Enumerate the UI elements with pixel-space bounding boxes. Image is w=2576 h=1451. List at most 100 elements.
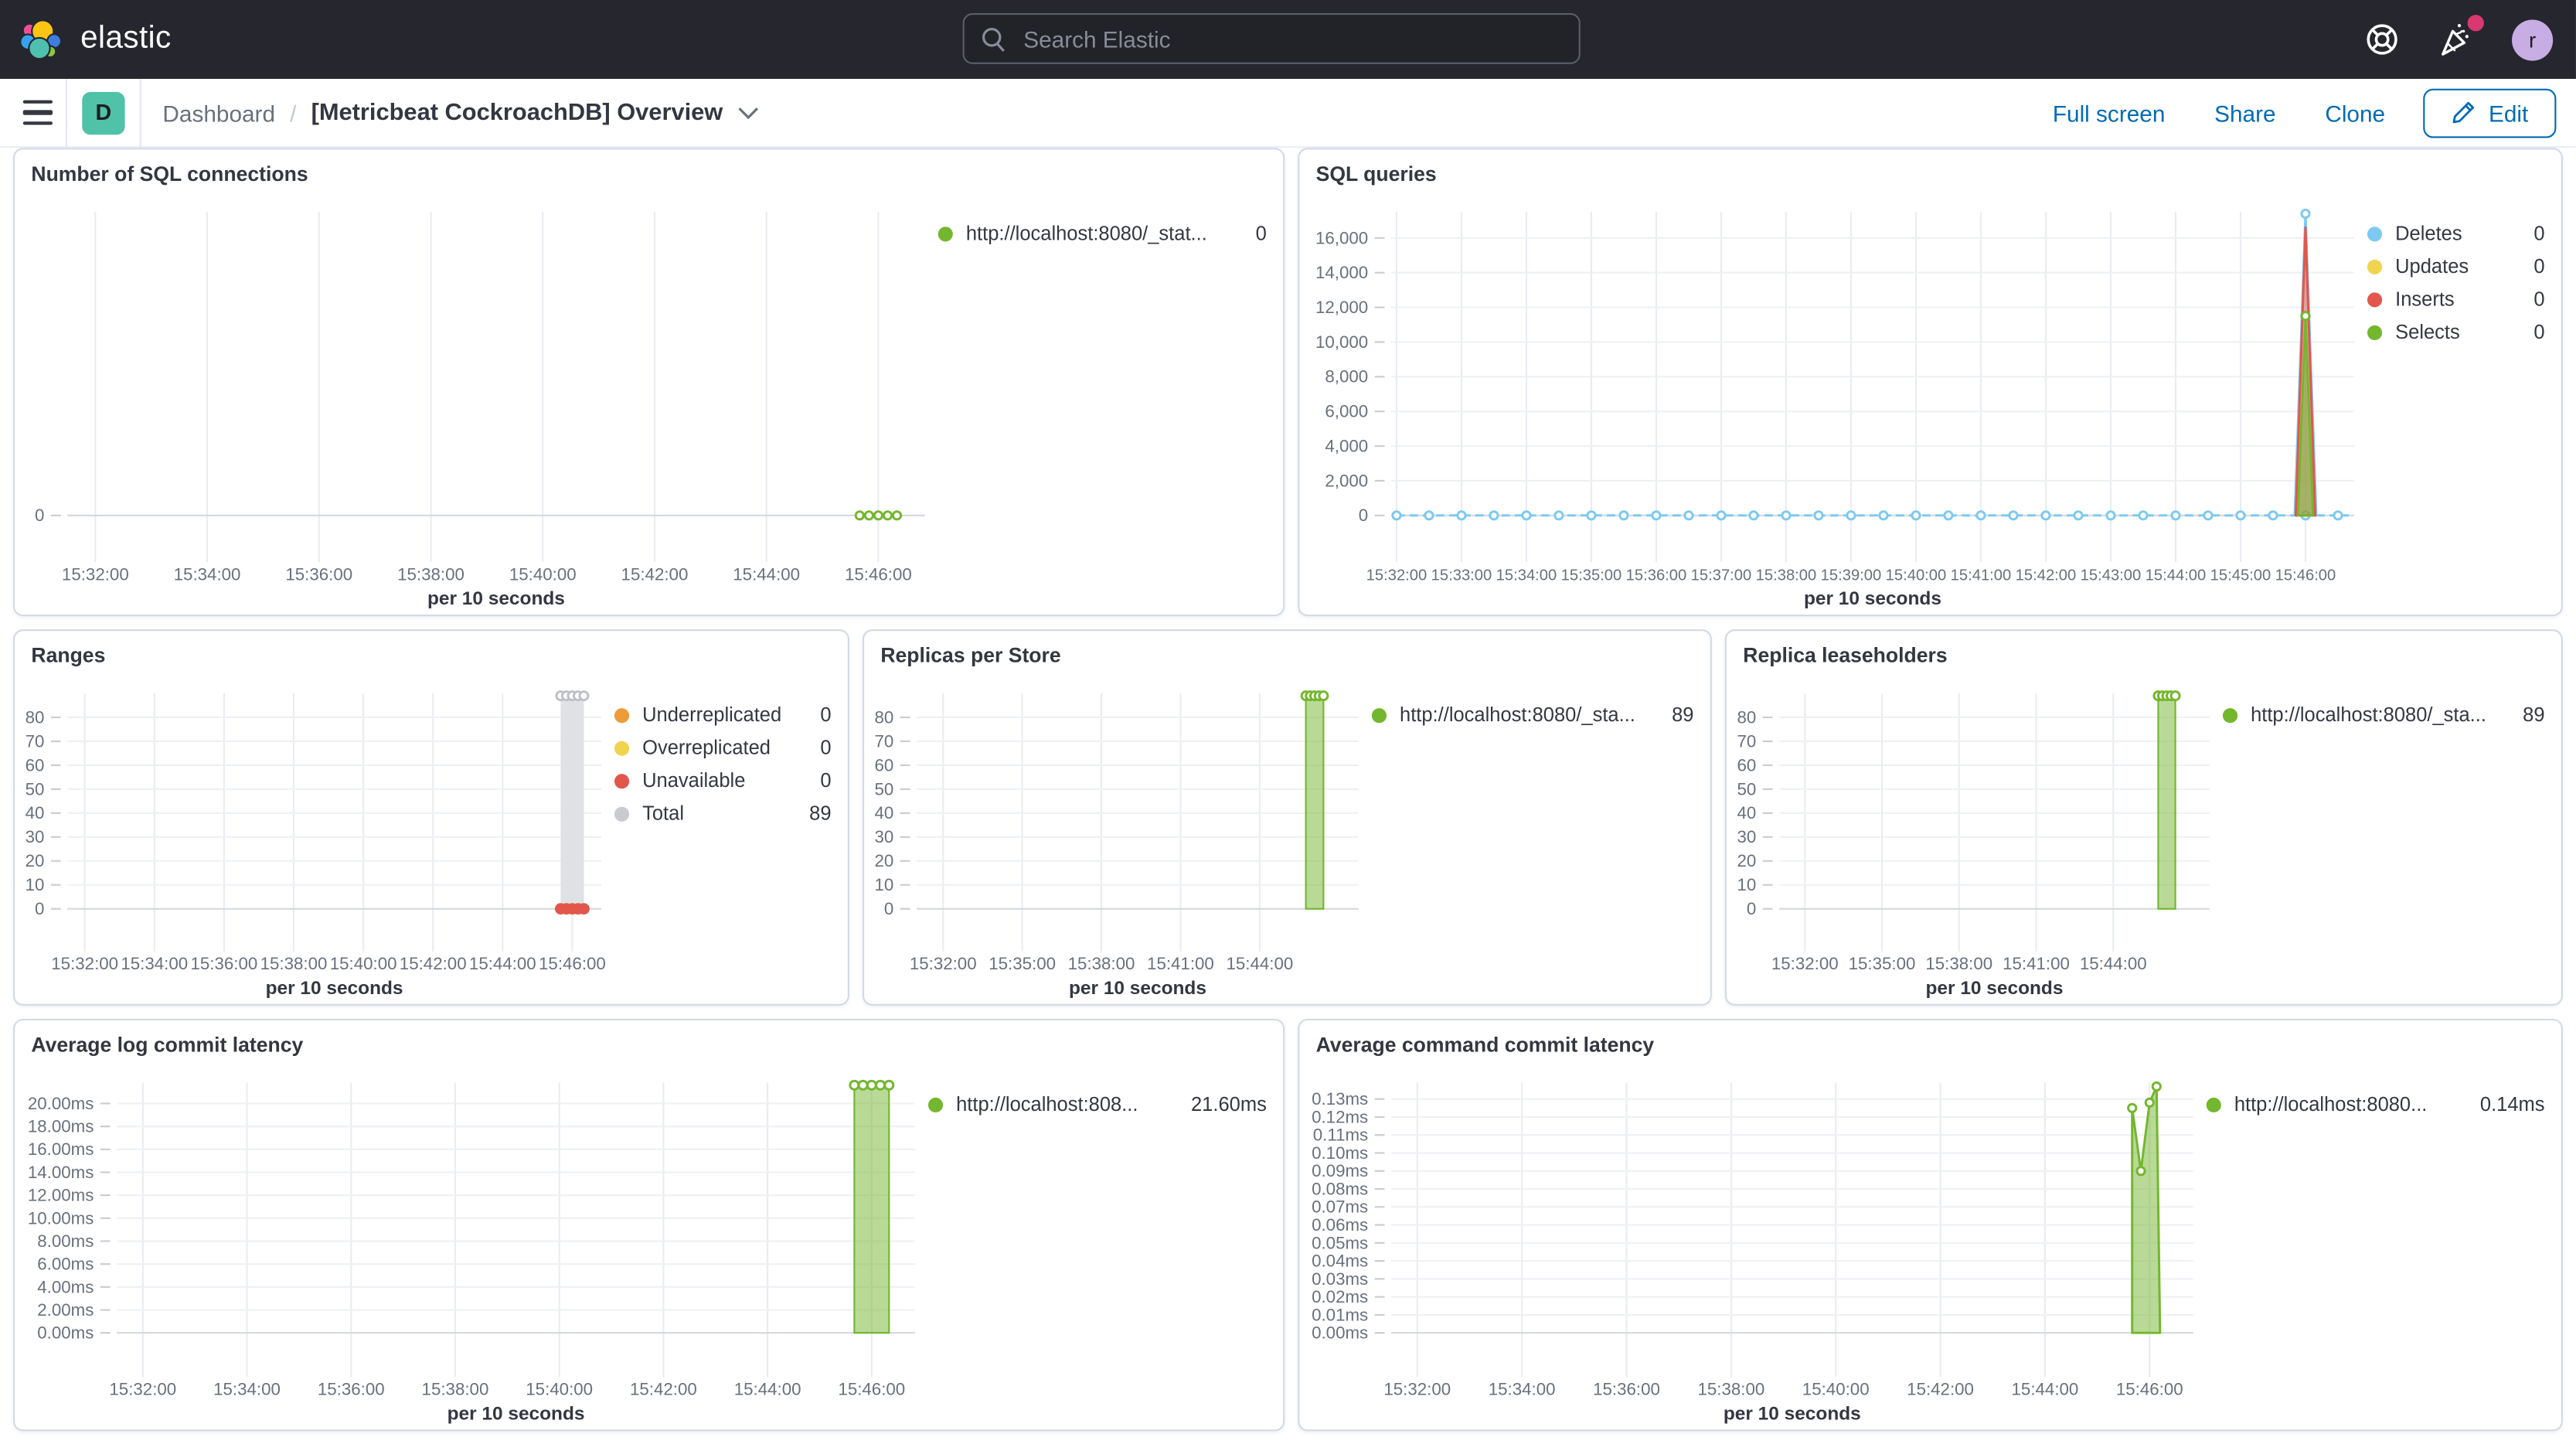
chart-canvas[interactable]: 15:32:00 15:35:00 15:38:00 15:41:00 15:44:00…: [874, 673, 1372, 999]
svg-text:15:36:00: 15:36:00: [318, 1380, 385, 1399]
svg-text:0.01ms: 0.01ms: [1312, 1305, 1368, 1324]
svg-text:15:33:00: 15:33:00: [1431, 567, 1492, 584]
svg-text:14.00ms: 14.00ms: [28, 1163, 94, 1182]
full-screen-button[interactable]: Full screen: [2028, 90, 2190, 136]
svg-text:50: 50: [1737, 779, 1756, 799]
legend-item[interactable]: Overreplicated 0: [614, 736, 832, 759]
chart-canvas[interactable]: 15:32:00 15:35:00 15:38:00 15:41:00 15:44:00…: [1737, 673, 2223, 999]
panel-number-of-sql-connections: Number of SQL connections 15:32:00 15:34:…: [13, 148, 1285, 617]
legend-item[interactable]: Deletes 0: [2367, 222, 2545, 245]
svg-text:0.09ms: 0.09ms: [1312, 1161, 1368, 1180]
panel-title[interactable]: Replicas per Store: [864, 631, 1710, 673]
edit-button[interactable]: Edit: [2422, 87, 2557, 138]
svg-text:70: 70: [26, 731, 45, 751]
svg-text:15:35:00: 15:35:00: [1849, 954, 1916, 973]
svg-text:15:32:00: 15:32:00: [62, 564, 129, 584]
life-ring-icon: [2367, 24, 2397, 55]
svg-text:15:46:00: 15:46:00: [2275, 567, 2336, 584]
svg-text:15:46:00: 15:46:00: [845, 564, 912, 584]
legend-item[interactable]: http://localhost:8080... 0.14ms: [2206, 1092, 2545, 1116]
menu-icon[interactable]: [10, 84, 66, 140]
space-badge[interactable]: D: [82, 90, 125, 135]
legend-item[interactable]: http://localhost:808... 21.60ms: [927, 1093, 1267, 1115]
svg-text:20.00ms: 20.00ms: [28, 1094, 94, 1113]
legend-item[interactable]: Total 89: [614, 802, 832, 825]
chart-legend: http://localhost:8080... 0.14ms: [2206, 1063, 2545, 1423]
legend-item[interactable]: Inserts 0: [2367, 288, 2545, 311]
svg-text:30: 30: [1737, 827, 1756, 846]
svg-text:15:34:00: 15:34:00: [121, 954, 188, 973]
edit-button-label: Edit: [2489, 99, 2529, 126]
panel-ranges: Ranges 15:32:00 15:34:00 15:36:00 15:38:00 1…: [13, 629, 849, 1006]
legend-item[interactable]: http://localhost:8080/_stat... 0: [938, 222, 1267, 245]
divider: [66, 77, 68, 148]
legend-item[interactable]: Underreplicated 0: [614, 703, 832, 727]
svg-text:15:44:00: 15:44:00: [733, 564, 800, 584]
svg-text:15:43:00: 15:43:00: [2081, 567, 2142, 584]
svg-text:60: 60: [26, 755, 45, 775]
svg-text:20: 20: [26, 851, 45, 870]
breadcrumb: Dashboard / [Metricbeat CockroachDB] Ove…: [162, 100, 759, 126]
svg-text:15:38:00: 15:38:00: [1925, 954, 1992, 973]
chart-canvas[interactable]: 15:32:00 15:34:00 15:36:00 15:38:00 15:40:00…: [25, 673, 614, 999]
clone-button[interactable]: Clone: [2300, 90, 2410, 136]
chart-canvas[interactable]: 15:32:00 15:33:00 15:34:00 15:35:00 15:36:00…: [1309, 192, 2367, 609]
legend-series-dot-icon: [2367, 258, 2383, 274]
title-chevron-icon[interactable]: [737, 106, 759, 119]
breadcrumb-dashboard-link[interactable]: Dashboard: [162, 100, 275, 126]
svg-text:15:40:00: 15:40:00: [509, 564, 577, 584]
svg-text:15:44:00: 15:44:00: [1226, 954, 1293, 973]
svg-text:15:46:00: 15:46:00: [838, 1380, 905, 1399]
breadcrumb-separator: /: [290, 99, 297, 126]
svg-text:0.05ms: 0.05ms: [1312, 1233, 1368, 1252]
legend-item[interactable]: Unavailable 0: [614, 769, 832, 792]
legend-label: http://localhost:8080/_sta...: [1400, 703, 1635, 727]
legend-value: 0.14ms: [2479, 1092, 2545, 1116]
svg-text:0.04ms: 0.04ms: [1312, 1252, 1368, 1271]
svg-text:15:42:00: 15:42:00: [630, 1380, 697, 1399]
svg-text:6.00ms: 6.00ms: [37, 1255, 94, 1274]
svg-text:15:36:00: 15:36:00: [190, 954, 257, 973]
app-root: elastic Search Elastic r D Dashboard / […: [0, 0, 2576, 1451]
legend-label: Updates: [2395, 254, 2469, 278]
svg-text:15:38:00: 15:38:00: [1697, 1380, 1764, 1399]
svg-text:0.00ms: 0.00ms: [1312, 1323, 1368, 1343]
legend-item[interactable]: http://localhost:8080/_sta... 89: [2222, 703, 2545, 727]
legend-series-dot-icon: [2367, 226, 2383, 241]
panel-title[interactable]: Average command commit latency: [1299, 1020, 2561, 1063]
svg-text:15:35:00: 15:35:00: [1561, 567, 1622, 584]
panel-average-log-commit-latency: Average log commit latency 15:32:00 15:34…: [13, 1018, 1285, 1432]
panel-replicas-per-store: Replicas per Store 15:32:00 15:35:00 15:38…: [862, 629, 1712, 1006]
legend-item[interactable]: Selects 0: [2367, 320, 2545, 343]
svg-text:15:40:00: 15:40:00: [330, 954, 397, 973]
chart-legend: http://localhost:808... 21.60ms: [927, 1063, 1267, 1423]
panel-title[interactable]: Number of SQL connections: [15, 149, 1283, 192]
search-input[interactable]: [1019, 23, 1563, 54]
svg-text:0.00ms: 0.00ms: [37, 1323, 94, 1343]
chart-canvas[interactable]: 15:32:00 15:34:00 15:36:00 15:38:00 15:40:00…: [25, 1063, 928, 1425]
svg-text:15:38:00: 15:38:00: [260, 954, 328, 973]
news-button[interactable]: [2436, 15, 2484, 60]
svg-text:15:34:00: 15:34:00: [213, 1380, 281, 1399]
panel-title[interactable]: Ranges: [15, 631, 848, 673]
svg-text:15:40:00: 15:40:00: [1802, 1380, 1870, 1399]
svg-text:15:44:00: 15:44:00: [2080, 954, 2147, 973]
svg-text:10: 10: [1737, 875, 1756, 894]
chart-canvas[interactable]: 15:32:00 15:34:00 15:36:00 15:38:00 15:40:00…: [1309, 1063, 2207, 1425]
help-button[interactable]: [2364, 22, 2401, 58]
legend-item[interactable]: Updates 0: [2367, 254, 2545, 278]
svg-text:0.10ms: 0.10ms: [1312, 1143, 1368, 1163]
share-button[interactable]: Share: [2190, 90, 2300, 136]
elastic-home-link[interactable]: elastic: [0, 17, 172, 61]
global-search[interactable]: [962, 13, 1581, 64]
svg-text:15:38:00: 15:38:00: [397, 564, 464, 584]
svg-text:15:41:00: 15:41:00: [2003, 954, 2070, 973]
panel-title[interactable]: SQL queries: [1299, 149, 2561, 192]
chart-canvas[interactable]: 15:32:00 15:34:00 15:36:00 15:38:00 15:40:00…: [25, 192, 938, 609]
user-menu-button[interactable]: r: [2512, 19, 2554, 60]
panel-title[interactable]: Average log commit latency: [15, 1020, 1283, 1063]
svg-text:15:32:00: 15:32:00: [1366, 567, 1428, 584]
legend-item[interactable]: http://localhost:8080/_sta... 89: [1371, 703, 1693, 727]
svg-text:14,000: 14,000: [1315, 263, 1368, 282]
panel-title[interactable]: Replica leaseholders: [1727, 631, 2561, 673]
